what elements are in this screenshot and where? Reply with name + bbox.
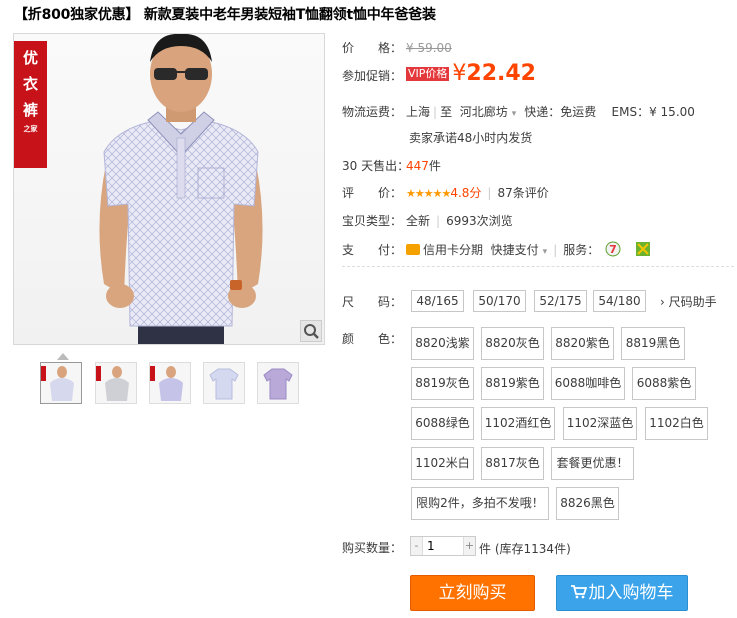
- size-option[interactable]: 50/170: [473, 290, 526, 312]
- express-fee: 快递：免运费: [524, 105, 597, 119]
- color-option[interactable]: 8820浅紫: [411, 327, 474, 360]
- promo-label: 参加促销：: [342, 69, 403, 83]
- service-label: 服务：: [563, 243, 600, 257]
- add-to-cart-label: 加入购物车: [588, 583, 674, 603]
- price-label: 价 格：: [342, 41, 403, 55]
- color-option[interactable]: 1102深蓝色: [563, 407, 637, 440]
- thumbnail-5[interactable]: [257, 362, 299, 404]
- color-option[interactable]: 8817灰色: [481, 447, 544, 480]
- rating-score: 4.8分: [450, 186, 482, 200]
- product-title: 【折800独家优惠】 新款夏装中老年男装短袖T恤翻领t恤中年爸爸装: [14, 7, 436, 23]
- main-product-image[interactable]: 优 衣 裤 之家: [13, 33, 325, 345]
- price-row: 价 格： ¥ 59.00: [342, 39, 452, 56]
- rating-row: 评 价： ★★★★★4.8分 | 87条评价: [342, 186, 549, 200]
- thumbnail-4[interactable]: [203, 362, 245, 404]
- vip-badge: VIP价格: [406, 67, 450, 81]
- type-row: 宝贝类型： 全新 | 6993次浏览: [342, 214, 513, 228]
- quantity-input[interactable]: [424, 537, 464, 555]
- seven-day-return-icon[interactable]: 7: [605, 241, 621, 257]
- thumbnail-image: [263, 368, 293, 400]
- brand-logo: 优 衣 裤 之家: [14, 41, 47, 168]
- thumbnail-2[interactable]: [95, 362, 137, 404]
- ship-promise: 卖家承诺48小时内发货: [409, 131, 533, 145]
- color-option[interactable]: 8820紫色: [551, 327, 614, 360]
- quantity-stepper: - +: [410, 536, 476, 556]
- promo-price: 22.42: [466, 61, 536, 86]
- credit-card-icon: [406, 244, 420, 255]
- color-option[interactable]: 8826黑色: [556, 487, 619, 520]
- thumbnail-image: [209, 368, 239, 400]
- size-helper-link[interactable]: › 尺码助手: [660, 293, 717, 310]
- color-option[interactable]: 1102酒红色: [481, 407, 555, 440]
- chevron-down-icon: ▾: [511, 109, 517, 119]
- thumbnail-image: [150, 366, 183, 401]
- color-option[interactable]: 6088绿色: [411, 407, 474, 440]
- decrease-button[interactable]: -: [411, 537, 423, 555]
- cart-icon: [570, 585, 587, 599]
- sales-label: 30 天售出：: [342, 159, 410, 173]
- color-option[interactable]: 8819灰色: [411, 367, 474, 400]
- stock-count: (库存1134件): [494, 542, 571, 556]
- increase-button[interactable]: +: [463, 537, 475, 555]
- ship-to-select[interactable]: 河北廊坊: [460, 105, 508, 119]
- item-condition: 全新: [406, 214, 431, 228]
- promo-row: 参加促销： VIP价格 ¥22.42: [342, 61, 536, 86]
- view-count: 6993次浏览: [446, 214, 513, 228]
- brand-char-1: 优: [22, 49, 38, 67]
- payment-label: 支 付：: [342, 243, 403, 257]
- size-option[interactable]: 48/165: [411, 290, 464, 312]
- logistics-row: 物流运费： 上海 | 至 河北廊坊 ▾ 快递：免运费 EMS：¥ 15.00: [342, 105, 695, 119]
- brand-char-2: 衣: [22, 75, 38, 93]
- color-option[interactable]: 6088咖啡色: [551, 367, 625, 400]
- original-price: ¥ 59.00: [406, 41, 452, 55]
- color-option[interactable]: 6088紫色: [632, 367, 696, 400]
- section-divider: [342, 266, 734, 267]
- rating-label: 评 价：: [342, 186, 403, 200]
- color-option[interactable]: 8819黑色: [621, 327, 685, 360]
- ship-from: 上海: [406, 105, 431, 119]
- thumb-pointer: [57, 353, 69, 360]
- color-label: 颜 色：: [342, 332, 403, 346]
- color-option[interactable]: 限购2件，多拍不发哦！: [411, 487, 549, 520]
- color-option[interactable]: 8820灰色: [481, 327, 544, 360]
- zoom-button[interactable]: [300, 320, 322, 342]
- quantity-label: 购买数量：: [342, 541, 403, 555]
- model-photo: [99, 34, 263, 344]
- quick-pay[interactable]: 快捷支付: [491, 243, 539, 257]
- color-option[interactable]: 8819紫色: [481, 367, 544, 400]
- color-option[interactable]: 1102米白: [411, 447, 474, 480]
- add-to-cart-button[interactable]: 加入购物车: [556, 575, 688, 611]
- quantity-stock: 件 (库存1134件): [479, 540, 571, 557]
- buy-now-button[interactable]: 立刻购买: [410, 575, 535, 611]
- thumbnail-image: [41, 366, 74, 401]
- ship-to-label: 至: [440, 105, 453, 119]
- currency-symbol: ¥: [452, 61, 467, 86]
- thumbnail-1[interactable]: [40, 362, 82, 404]
- quantity-unit: 件: [479, 542, 492, 556]
- color-option[interactable]: 1102白色: [645, 407, 708, 440]
- star-rating-icon: ★★★★★: [406, 187, 451, 200]
- thumbnail-image: [96, 366, 129, 401]
- sales-count: 447: [406, 159, 429, 173]
- payment-row: 支 付： 信用卡分期 快捷支付 ▾ | 服务： 7: [342, 241, 651, 258]
- color-option[interactable]: 套餐更优惠！: [551, 447, 634, 480]
- size-option[interactable]: 52/175: [534, 290, 587, 312]
- sales-row: 30 天售出：447件: [342, 157, 441, 174]
- sales-unit: 件: [428, 159, 441, 173]
- credit-installment[interactable]: 信用卡分期: [423, 243, 483, 257]
- size-label: 尺 码：: [342, 295, 403, 309]
- logistics-label: 物流运费：: [342, 105, 403, 119]
- svg-text:7: 7: [609, 243, 617, 256]
- type-label: 宝贝类型：: [342, 214, 403, 228]
- size-option[interactable]: 54/180: [593, 290, 646, 312]
- thumbnail-3[interactable]: [149, 362, 191, 404]
- review-count-link[interactable]: 87条评价: [497, 186, 548, 200]
- magnifier-icon: [304, 324, 319, 339]
- brand-sub: 之家: [23, 124, 38, 133]
- brand-char-3: 裤: [22, 101, 38, 119]
- guarantee-icon[interactable]: [635, 241, 651, 257]
- ems-fee: EMS：¥ 15.00: [611, 105, 695, 119]
- chevron-down-icon[interactable]: ▾: [543, 247, 548, 257]
